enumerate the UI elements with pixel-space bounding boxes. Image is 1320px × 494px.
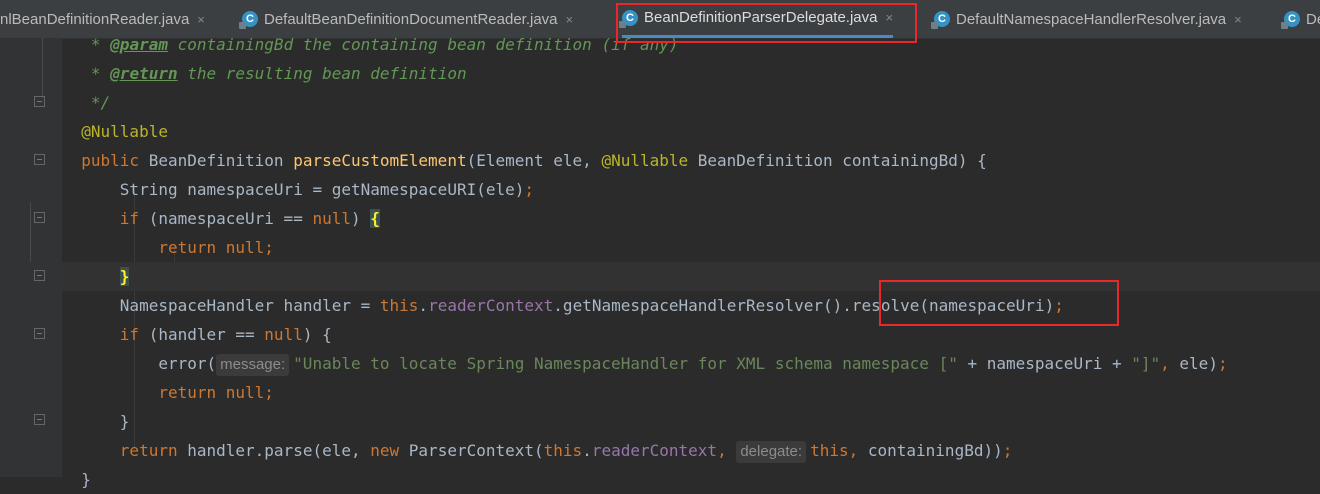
code-line-16: } [62, 470, 91, 489]
close-icon[interactable]: × [885, 10, 893, 25]
code-line-15: return handler.parse(ele, new ParserCont… [62, 436, 1320, 465]
code-line-13: return null; [62, 383, 274, 402]
fold-marker-icon[interactable] [34, 270, 45, 281]
fold-marker-icon[interactable] [34, 414, 45, 425]
code-line-3: */ [62, 93, 111, 112]
code-line-9-current: } [62, 262, 1320, 291]
code-line-2: * @return the resulting bean definition [62, 64, 467, 83]
close-icon[interactable]: × [566, 12, 574, 27]
code-line-14: } [62, 412, 130, 431]
change-marker [30, 202, 31, 262]
code-line-1: * @param containingBd the containing bea… [62, 35, 679, 54]
tab-label: De [1306, 10, 1320, 28]
close-icon[interactable]: × [197, 12, 205, 27]
fold-guide [42, 38, 43, 98]
code-line-8: return null; [62, 238, 274, 257]
code-line-5: public BeanDefinition parseCustomElement… [62, 151, 987, 170]
class-icon: C [239, 11, 258, 29]
close-icon[interactable]: × [1234, 12, 1242, 27]
fold-marker-icon[interactable] [34, 328, 45, 339]
class-icon: C [1281, 11, 1300, 29]
tab-label: DefaultNamespaceHandlerResolver.java [956, 10, 1227, 28]
fold-marker-icon[interactable] [34, 154, 45, 165]
code-line-11: if (handler == null) { [62, 325, 332, 344]
code-editor[interactable]: * @param containingBd the containing bea… [62, 35, 1320, 489]
code-line-4: @Nullable [62, 122, 168, 141]
tab-label: nlBeanDefinitionReader.java [0, 10, 190, 28]
fold-marker-icon[interactable] [34, 212, 45, 223]
fold-marker-icon[interactable] [34, 96, 45, 107]
tab-label: BeanDefinitionParserDelegate.java [644, 9, 878, 26]
parameter-hint: message: [216, 354, 290, 376]
tab-label: DefaultBeanDefinitionDocumentReader.java [264, 10, 558, 28]
class-icon: C [931, 11, 950, 29]
parameter-hint: delegate: [736, 441, 807, 463]
code-line-6: String namespaceUri = getNamespaceURI(el… [62, 180, 535, 199]
code-line-10: NamespaceHandler handler = this.readerCo… [62, 296, 1064, 315]
class-icon: C [619, 9, 638, 28]
code-line-12: error(message: "Unable to locate Spring N… [62, 349, 1320, 378]
editor-gutter [0, 38, 62, 477]
code-line-7: if (namespaceUri == null) { [62, 209, 380, 228]
